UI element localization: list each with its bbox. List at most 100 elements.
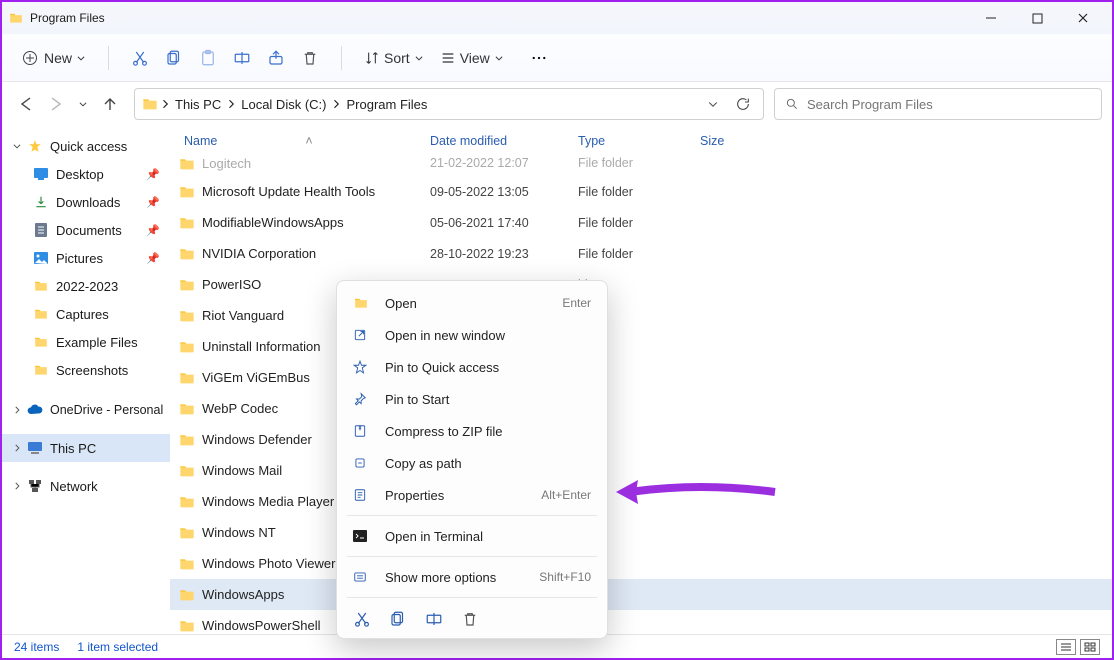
table-row[interactable]: Uninstall Informationlder: [170, 331, 1112, 362]
cm-copy-icon[interactable]: [389, 610, 407, 628]
folder-icon: [176, 463, 198, 479]
window-title: Program Files: [30, 11, 105, 25]
col-date[interactable]: Date modified: [430, 134, 578, 148]
up-button[interactable]: [102, 96, 118, 112]
maximize-button[interactable]: [1014, 2, 1060, 34]
table-row[interactable]: Windows NTlder: [170, 517, 1112, 548]
sidebar-pictures[interactable]: Pictures📌: [2, 244, 170, 272]
rename-button[interactable]: [227, 42, 257, 74]
cm-pin-quick[interactable]: Pin to Quick access: [337, 351, 607, 383]
sidebar-network[interactable]: Network: [2, 472, 170, 500]
sidebar-quick-access[interactable]: Quick access: [2, 132, 170, 160]
search-input[interactable]: [807, 97, 1091, 112]
new-button[interactable]: New: [16, 42, 92, 74]
file-list: Name˄ Date modified Type Size Logitech21…: [170, 126, 1112, 634]
pin-icon: 📌: [146, 168, 160, 181]
folder-icon: [8, 11, 24, 25]
breadcrumb-drive[interactable]: Local Disk (C:): [237, 97, 330, 112]
folder-icon: [176, 618, 198, 634]
cm-copy-path[interactable]: Copy as path: [337, 447, 607, 479]
row-name: ModifiableWindowsApps: [202, 215, 430, 230]
paste-button[interactable]: [193, 42, 223, 74]
cm-open[interactable]: Open Enter: [337, 287, 607, 319]
copy-button[interactable]: [159, 42, 189, 74]
cm-properties[interactable]: Properties Alt+Enter: [337, 479, 607, 511]
row-name: NVIDIA Corporation: [202, 246, 430, 261]
minimize-button[interactable]: [968, 2, 1014, 34]
back-button[interactable]: [18, 96, 34, 112]
table-row[interactable]: WebP Codeclder: [170, 393, 1112, 424]
sidebar-example-files[interactable]: Example Files: [2, 328, 170, 356]
folder-icon: [176, 156, 198, 172]
folder-icon: [176, 370, 198, 386]
row-date: 21-02-2022 12:07: [430, 156, 578, 170]
forward-button[interactable]: [48, 96, 64, 112]
folder-icon: [176, 339, 198, 355]
table-row[interactable]: NVIDIA Corporation28-10-2022 19:23File f…: [170, 238, 1112, 269]
view-button[interactable]: View: [434, 50, 510, 66]
search-box[interactable]: [774, 88, 1102, 120]
chevron-down-icon[interactable]: [707, 98, 719, 110]
folder-icon: [176, 556, 198, 572]
delete-button[interactable]: [295, 42, 325, 74]
share-button[interactable]: [261, 42, 291, 74]
table-row[interactable]: WindowsAppslder: [170, 579, 1112, 610]
refresh-button[interactable]: [735, 96, 751, 112]
more-button[interactable]: [524, 42, 554, 74]
view-details-button[interactable]: [1056, 639, 1076, 655]
sidebar-onedrive[interactable]: OneDrive - Personal: [2, 396, 170, 424]
cm-rename-icon[interactable]: [425, 610, 443, 628]
col-name[interactable]: Name: [184, 134, 217, 148]
sidebar-captures[interactable]: Captures: [2, 300, 170, 328]
sidebar-screenshots[interactable]: Screenshots: [2, 356, 170, 384]
sidebar-folder-2022-2023[interactable]: 2022-2023: [2, 272, 170, 300]
breadcrumb-thispc[interactable]: This PC: [171, 97, 225, 112]
cm-open-new-window[interactable]: Open in new window: [337, 319, 607, 351]
col-size[interactable]: Size: [700, 134, 780, 148]
cm-compress-zip[interactable]: Compress to ZIP file: [337, 415, 607, 447]
view-large-button[interactable]: [1080, 639, 1100, 655]
row-name: Microsoft Update Health Tools: [202, 184, 430, 199]
row-date: 09-05-2022 13:05: [430, 185, 578, 199]
sidebar-this-pc[interactable]: This PC: [2, 434, 170, 462]
table-row[interactable]: ViGEm ViGEmBuslder: [170, 362, 1112, 393]
cm-cut-icon[interactable]: [353, 610, 371, 628]
row-type: File folder: [578, 156, 700, 170]
row-date: 28-10-2022 19:23: [430, 247, 578, 261]
folder-icon: [176, 401, 198, 417]
column-headers[interactable]: Name˄ Date modified Type Size: [170, 126, 1112, 156]
breadcrumb-folder[interactable]: Program Files: [342, 97, 431, 112]
address-bar[interactable]: This PC Local Disk (C:) Program Files: [134, 88, 764, 120]
pin-icon: 📌: [146, 224, 160, 237]
cut-button[interactable]: [125, 42, 155, 74]
folder-icon: [176, 308, 198, 324]
sidebar-desktop[interactable]: Desktop📌: [2, 160, 170, 188]
recent-button[interactable]: [78, 99, 88, 109]
cm-delete-icon[interactable]: [461, 610, 479, 628]
table-row[interactable]: Windows Defenderlder: [170, 424, 1112, 455]
table-row[interactable]: Microsoft Update Health Tools09-05-2022 …: [170, 176, 1112, 207]
sidebar-documents[interactable]: Documents📌: [2, 216, 170, 244]
table-row[interactable]: Windows Photo Viewerlder: [170, 548, 1112, 579]
title-bar: Program Files: [2, 2, 1112, 34]
folder-icon: [176, 587, 198, 603]
folder-icon: [176, 432, 198, 448]
table-row[interactable]: Riot Vanguardlder: [170, 300, 1112, 331]
table-row[interactable]: Logitech21-02-2022 12:07File folder: [170, 156, 1112, 176]
folder-icon: [176, 215, 198, 231]
folder-icon: [176, 246, 198, 262]
sort-button[interactable]: Sort: [358, 50, 430, 66]
table-row[interactable]: PowerISOlder: [170, 269, 1112, 300]
col-type[interactable]: Type: [578, 134, 700, 148]
row-type: File folder: [578, 247, 700, 261]
toolbar: New Sort View: [2, 34, 1112, 82]
search-icon: [785, 97, 799, 111]
status-count: 24 items: [14, 640, 59, 654]
cm-show-more[interactable]: Show more options Shift+F10: [337, 561, 607, 593]
close-button[interactable]: [1060, 2, 1106, 34]
cm-pin-start[interactable]: Pin to Start: [337, 383, 607, 415]
table-row[interactable]: ModifiableWindowsApps05-06-2021 17:40Fil…: [170, 207, 1112, 238]
cm-open-terminal[interactable]: Open in Terminal: [337, 520, 607, 552]
sidebar-downloads[interactable]: Downloads📌: [2, 188, 170, 216]
pin-icon: 📌: [146, 196, 160, 209]
